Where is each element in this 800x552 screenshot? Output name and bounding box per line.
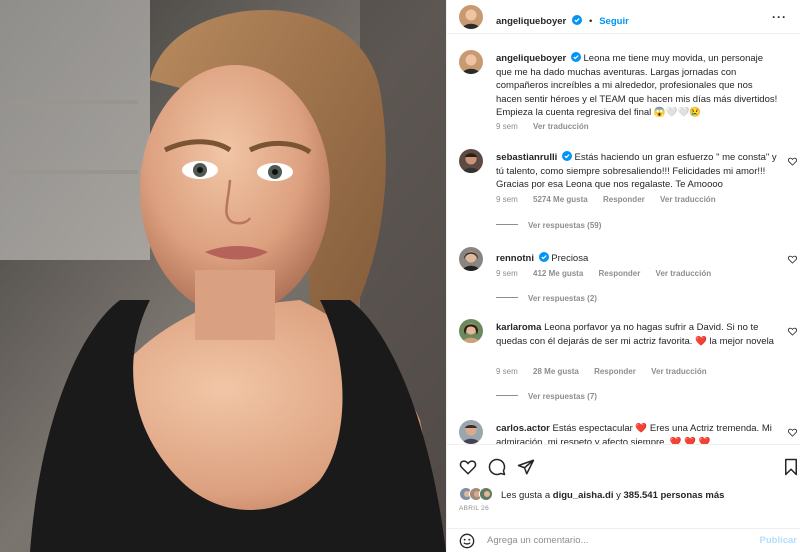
post-header: angeliqueboyer • Seguir ···	[447, 0, 800, 34]
comment-likes[interactable]: 28 Me gusta	[533, 367, 579, 376]
comment-body: Preciosa	[551, 253, 589, 264]
caption-meta: 9 sem Ver traducción	[496, 122, 602, 131]
comment-input[interactable]: Agrega un comentario...	[487, 535, 588, 546]
separator-dot: •	[589, 16, 593, 27]
publish-button[interactable]: Publicar	[760, 535, 798, 546]
reply-button[interactable]: Responder	[603, 195, 645, 204]
view-replies-button[interactable]: Ver respuestas (59)	[496, 221, 601, 230]
more-dots-icon[interactable]: ···	[772, 10, 787, 24]
comment-text: rennotni Preciosa	[496, 252, 780, 266]
verified-icon	[570, 52, 581, 62]
caption-username[interactable]: angeliqueboyer	[496, 53, 566, 64]
verified-icon	[561, 151, 572, 161]
save-bookmark-icon[interactable]	[782, 458, 800, 476]
likes-summary: Les gusta a digu_aisha.di y 385.541 pers…	[501, 490, 724, 501]
reply-button[interactable]: Responder	[594, 367, 636, 376]
like-comment-heart-icon[interactable]	[788, 255, 797, 264]
translate-link[interactable]: Ver traducción	[656, 269, 712, 278]
commenter-avatar[interactable]	[459, 420, 483, 444]
comment-text: sebastianrulli Estás haciendo un gran es…	[496, 151, 780, 192]
author-avatar[interactable]	[459, 5, 483, 29]
comment-time[interactable]: 9 sem	[496, 269, 518, 278]
translate-link[interactable]: Ver traducción	[660, 195, 716, 204]
comment-bubble-icon[interactable]	[488, 458, 506, 476]
post-date[interactable]: ABRIL 26	[459, 505, 489, 512]
comment-likes[interactable]: 412 Me gusta	[533, 269, 583, 278]
verified-icon	[572, 15, 583, 25]
liked-by-user[interactable]: digu_aisha.di	[553, 490, 614, 501]
view-replies-button[interactable]: Ver respuestas (2)	[496, 294, 597, 303]
like-comment-heart-icon[interactable]	[788, 157, 797, 166]
commenter-avatar[interactable]	[459, 319, 483, 343]
comments-list[interactable]: angeliqueboyer Leona me tiene muy movida…	[447, 34, 800, 444]
comment-text: karlaroma Leona porfavor ya no hagas suf…	[496, 321, 780, 348]
commenter-avatar[interactable]	[459, 149, 483, 173]
liked-by-avatars[interactable]	[459, 487, 499, 501]
comment-time[interactable]: 9 sem	[496, 195, 518, 204]
liker-avatar	[479, 487, 493, 501]
selfie-image	[0, 0, 446, 552]
translate-link[interactable]: Ver traducción	[651, 367, 707, 376]
comment-time[interactable]: 9 sem	[496, 367, 518, 376]
post-actions: Les gusta a digu_aisha.di y 385.541 pers…	[447, 444, 800, 520]
comment-text: carlos.actor Estás espectacular ❤️ Eres …	[496, 422, 780, 444]
comment-username[interactable]: sebastianrulli	[496, 152, 557, 163]
comment-meta: 9 sem 5274 Me gusta Responder Ver traduc…	[496, 195, 729, 204]
likes-count[interactable]: 385.541 personas más	[624, 490, 725, 501]
caption-time[interactable]: 9 sem	[496, 122, 518, 131]
comment-meta: 9 sem 412 Me gusta Responder Ver traducc…	[496, 269, 724, 278]
like-heart-icon[interactable]	[459, 458, 477, 476]
author-avatar[interactable]	[459, 50, 483, 74]
view-replies-button[interactable]: Ver respuestas (7)	[496, 392, 597, 401]
reply-button[interactable]: Responder	[599, 269, 641, 278]
post-panel: angeliqueboyer • Seguir ··· angeliqueboy…	[446, 0, 800, 552]
follow-button[interactable]: Seguir	[599, 16, 629, 27]
comment-meta: 9 sem 28 Me gusta Responder Ver traducci…	[496, 367, 720, 376]
translate-link[interactable]: Ver traducción	[533, 122, 589, 131]
post-photo[interactable]	[0, 0, 446, 552]
add-comment-bar: Agrega un comentario... Publicar	[447, 528, 800, 552]
comment-username[interactable]: rennotni	[496, 253, 534, 264]
comment-likes[interactable]: 5274 Me gusta	[533, 195, 588, 204]
likes-middle: y	[616, 490, 621, 501]
author-username[interactable]: angeliqueboyer	[496, 16, 566, 27]
comment-username[interactable]: carlos.actor	[496, 423, 550, 434]
caption-text: angeliqueboyer Leona me tiene muy movida…	[496, 52, 780, 120]
like-comment-heart-icon[interactable]	[788, 327, 797, 336]
commenter-avatar[interactable]	[459, 247, 483, 271]
verified-icon	[538, 252, 549, 262]
share-paper-plane-icon[interactable]	[517, 458, 535, 476]
likes-prefix: Les gusta a	[501, 490, 551, 501]
comment-username[interactable]: karlaroma	[496, 322, 541, 333]
emoji-icon[interactable]	[459, 533, 475, 549]
like-comment-heart-icon[interactable]	[788, 428, 797, 437]
